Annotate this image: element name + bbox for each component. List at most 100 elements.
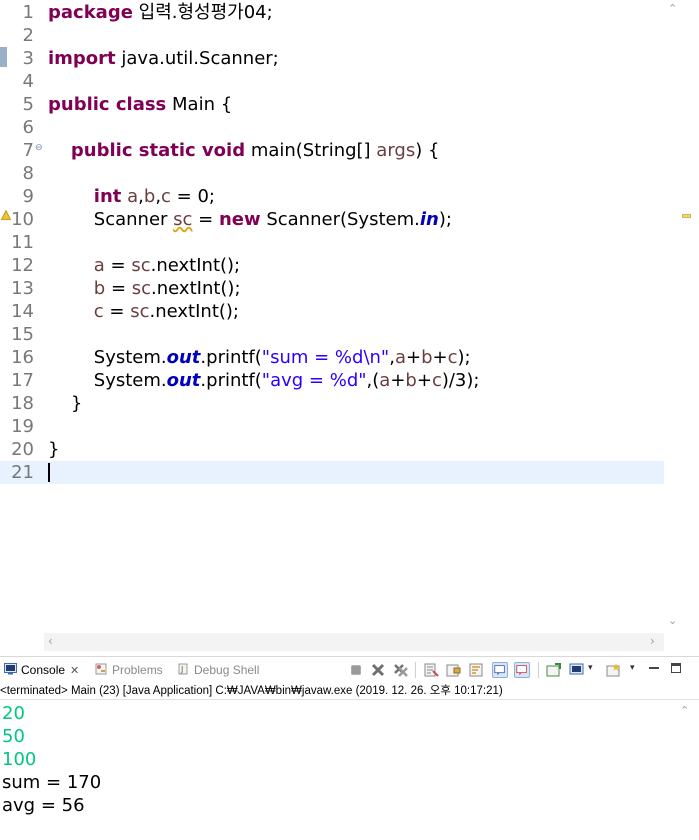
code-text: } [48,392,82,415]
remove-all-terminated-icon[interactable] [393,662,409,678]
code-token: ,( [366,370,380,391]
code-token: b [421,347,433,368]
code-line[interactable]: 19 [0,415,664,438]
line-number: 5 [22,94,34,115]
line-number: 1 [22,2,34,23]
code-line[interactable]: 2 [0,24,664,47]
horizontal-scrollbar[interactable]: ‹ › [44,633,664,651]
line-number: 3 [22,48,34,69]
scroll-down-icon[interactable]: ⌄ [668,614,677,627]
tab-label: Problems [112,663,163,677]
code-line[interactable]: 17 System.out.printf("avg = %d",(a+b+c)/… [0,369,664,392]
code-token: in [419,209,439,230]
console-input-line: 20 [2,703,25,724]
tab-debug-shell[interactable]: J Debug Shell [177,661,259,679]
code-line[interactable]: 4 [0,70,664,93]
code-line[interactable]: 13 b = sc.nextInt(); [0,277,664,300]
code-token: .nextInt(); [149,301,239,322]
line-number: 18 [11,393,34,414]
code-line[interactable]: 16 System.out.printf("sum = %d\n",a+b+c)… [0,346,664,369]
remove-launch-icon[interactable] [370,662,386,678]
line-number: 9 [22,186,34,207]
code-token: = [103,301,131,322]
word-wrap-icon[interactable] [469,662,485,678]
code-token: a [379,370,391,391]
code-token: "sum = %d\n" [261,347,390,368]
scroll-up-icon[interactable]: ⌃ [668,2,677,15]
scroll-lock-icon[interactable] [446,662,462,678]
code-token: import [48,48,116,69]
line-number: 2 [22,25,34,46]
console-input-line: 100 [2,749,37,770]
code-line[interactable]: 12 a = sc.nextInt(); [0,254,664,277]
code-token: ); [438,209,452,230]
code-line[interactable]: 9 int a,b,c = 0; [0,185,664,208]
code-line[interactable]: 6 [0,116,664,139]
line-number: 12 [11,255,34,276]
code-token: c [431,370,442,391]
code-token: new [218,209,261,230]
text-cursor [48,463,50,482]
debug-shell-icon: J [178,663,188,675]
close-icon[interactable]: ✕ [70,665,79,677]
minimize-icon[interactable] [649,667,659,669]
code-token: int [93,186,122,207]
code-line[interactable]: 1 package 입력.형성평가04; [0,1,664,24]
code-token: sc [130,301,150,322]
code-line[interactable]: 11 [0,231,664,254]
line-number: 11 [11,232,34,253]
code-token: = [192,209,219,230]
tab-problems[interactable]: Problems [95,661,163,679]
show-on-stderr-icon[interactable] [514,662,530,678]
pin-console-icon[interactable] [546,662,562,678]
console-icon [4,663,17,675]
code-line[interactable]: 7 public static void main(String[] args)… [0,139,664,162]
code-editor[interactable]: ⊖ 1 package 입력.형성평가04; 2 3 import java.util.… [0,0,699,651]
chevron-down-icon[interactable]: ▾ [630,663,635,673]
code-line[interactable]: 20} [0,438,664,461]
code-line[interactable]: 21 [0,461,664,484]
code-text: public class Main { [48,93,232,116]
code-line[interactable]: 10 Scanner sc = new Scanner(System.in); [0,208,664,231]
code-line[interactable]: 8 [0,162,664,185]
scroll-right-icon[interactable]: › [650,634,655,648]
scroll-left-icon[interactable]: ‹ [48,634,53,648]
code-token: public class [48,94,167,115]
warning-overview-marker[interactable] [682,214,691,218]
code-token: sc [173,209,193,230]
open-console-icon[interactable] [606,662,622,678]
chevron-down-icon[interactable]: ▾ [588,663,593,673]
code-line[interactable]: 14 c = sc.nextInt(); [0,300,664,323]
display-console-icon[interactable] [569,662,585,678]
code-line[interactable]: 5 public class Main { [0,93,664,116]
code-token: Scanner(System. [260,209,420,230]
code-text: } [48,438,59,461]
show-on-stdout-icon[interactable] [492,662,508,678]
line-number: 10 [11,209,34,230]
code-token: a [127,186,139,207]
code-token: } [48,393,83,414]
code-token: + [405,347,422,368]
console-status: <terminated> Main (23) [Java Application… [0,683,699,700]
tab-label: Console [21,663,66,677]
scroll-up-icon[interactable]: ⌃ [680,704,689,717]
code-line[interactable]: 3 import java.util.Scanner; [0,47,664,70]
code-token: + [390,370,406,391]
line-number: 4 [22,71,34,92]
line-number: 19 [11,416,34,437]
code-text: System.out.printf("sum = %d\n",a+b+c); [48,346,471,369]
terminate-icon[interactable] [351,665,361,675]
code-line[interactable]: 15 [0,323,664,346]
vertical-scrollbar[interactable]: ⌃ ⌄ [664,0,699,633]
console-output[interactable]: 20 50 100 sum = 170 avg = 56 ⌃ [0,700,699,840]
clear-console-icon[interactable] [423,662,439,678]
code-token: )/3); [441,370,480,391]
code-text: public static void main(String[] args) { [48,139,440,162]
code-token: b [405,370,417,391]
code-line[interactable]: 18 } [0,392,664,415]
maximize-icon[interactable] [671,663,681,673]
tab-console[interactable]: Console ✕ [4,661,79,679]
